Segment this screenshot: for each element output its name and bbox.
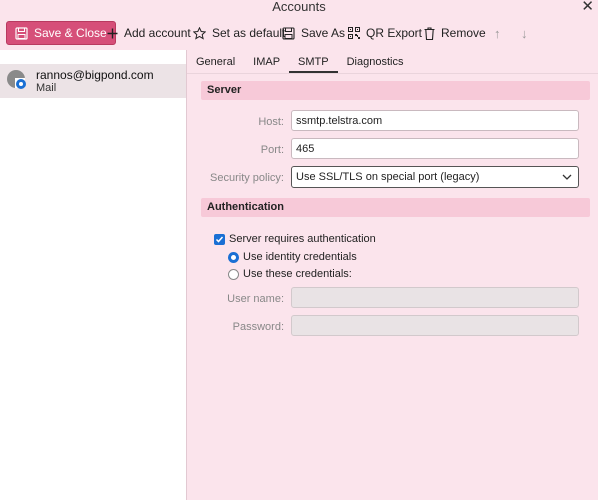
authentication-section-header: Authentication xyxy=(201,198,590,217)
security-policy-value: Use SSL/TLS on special port (legacy) xyxy=(296,171,480,183)
account-avatar-icon xyxy=(7,70,26,89)
add-account-button[interactable]: Add account xyxy=(107,22,191,44)
set-default-button[interactable]: Set as default xyxy=(193,22,285,44)
use-these-credentials-radio[interactable]: Use these credentials: xyxy=(228,268,352,280)
set-default-label: Set as default xyxy=(212,26,286,40)
save-as-icon xyxy=(282,26,295,40)
use-identity-radio[interactable]: Use identity credentials xyxy=(228,251,357,263)
security-policy-label: Security policy: xyxy=(210,172,284,184)
close-window-button[interactable]: ✕ xyxy=(581,0,594,14)
remove-button[interactable]: Remove xyxy=(424,22,486,44)
tab-bar: General IMAP SMTP Diagnostics xyxy=(187,54,412,73)
port-label: Port: xyxy=(260,144,284,156)
toolbar: Save & Close Add account Set as default … xyxy=(0,16,598,50)
tab-general[interactable]: General xyxy=(187,54,244,73)
radio-selected-icon xyxy=(228,251,239,263)
move-down-button[interactable]: ↓ xyxy=(521,22,528,44)
remove-label: Remove xyxy=(441,26,486,40)
add-account-label: Add account xyxy=(124,26,191,40)
title-bar: Accounts ✕ xyxy=(0,0,598,16)
checkbox-checked-icon xyxy=(214,233,225,245)
tab-diagnostics[interactable]: Diagnostics xyxy=(338,54,413,73)
trash-icon xyxy=(424,26,435,40)
account-list-item[interactable]: rannos@bigpond.com Mail xyxy=(0,64,186,98)
chevron-down-icon xyxy=(562,174,572,180)
qr-code-icon xyxy=(348,27,360,39)
plus-icon xyxy=(107,28,118,38)
password-label: Password: xyxy=(232,321,284,333)
qr-export-button[interactable]: QR Export xyxy=(348,22,422,44)
username-label: User name: xyxy=(227,293,284,305)
requires-auth-checkbox[interactable]: Server requires authentication xyxy=(214,233,376,245)
tab-imap[interactable]: IMAP xyxy=(244,54,289,73)
save-close-button[interactable]: Save & Close xyxy=(6,21,116,45)
qr-export-label: QR Export xyxy=(366,26,423,40)
window-title: Accounts xyxy=(272,0,326,14)
tab-divider xyxy=(187,73,598,74)
use-these-label: Use these credentials: xyxy=(243,268,352,280)
save-as-label: Save As xyxy=(301,26,346,40)
password-input[interactable] xyxy=(291,315,579,336)
account-name: rannos@bigpond.com xyxy=(36,68,154,82)
account-type: Mail xyxy=(36,82,57,94)
requires-auth-label: Server requires authentication xyxy=(229,233,376,245)
server-section-header: Server xyxy=(201,81,590,100)
port-input[interactable] xyxy=(291,138,579,159)
radio-unselected-icon xyxy=(228,268,239,280)
account-list: rannos@bigpond.com Mail xyxy=(0,50,187,500)
security-policy-select[interactable]: Use SSL/TLS on special port (legacy) xyxy=(291,166,579,188)
star-icon xyxy=(193,26,206,40)
username-input[interactable] xyxy=(291,287,579,308)
tab-smtp[interactable]: SMTP xyxy=(289,54,338,73)
host-input[interactable] xyxy=(291,110,579,131)
save-icon xyxy=(15,26,28,40)
save-close-label: Save & Close xyxy=(34,26,107,40)
save-as-button[interactable]: Save As xyxy=(282,22,345,44)
move-up-button[interactable]: ↑ xyxy=(494,22,501,44)
use-identity-label: Use identity credentials xyxy=(243,251,357,263)
host-label: Host: xyxy=(258,116,284,128)
